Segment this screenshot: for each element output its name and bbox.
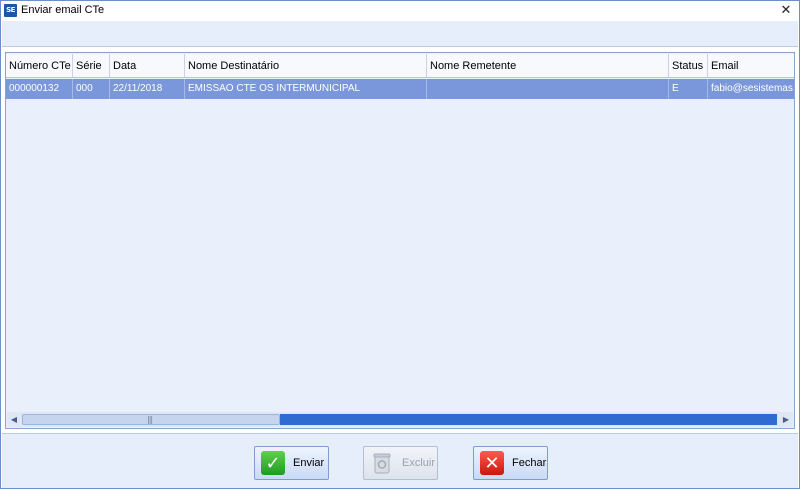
scroll-right-arrow-icon[interactable]: ▶ — [779, 412, 793, 427]
scrollbar-grip-icon: ||| — [147, 415, 153, 424]
enviar-button[interactable]: ✓ Enviar — [254, 446, 329, 480]
column-header-nome-destinatario[interactable]: Nome Destinatário — [185, 54, 427, 77]
column-header-email[interactable]: Email — [708, 54, 794, 77]
app-logo-icon: SE — [4, 4, 17, 17]
fechar-label: Fechar — [512, 457, 547, 469]
window-close-button[interactable]: ✕ — [777, 2, 795, 20]
title-bar: SE Enviar email CTe ✕ — [1, 1, 799, 21]
close-x-icon: ✕ — [480, 451, 504, 475]
footer-bar: ✓ Enviar Excluir ✕ Fechar — [2, 433, 798, 488]
column-header-serie[interactable]: Série — [73, 54, 110, 77]
grid-header: Número CTe Série Data Nome Destinatário … — [6, 54, 794, 78]
enviar-label: Enviar — [293, 457, 325, 469]
scrollbar-track[interactable] — [280, 414, 777, 425]
cte-grid: Número CTe Série Data Nome Destinatário … — [5, 52, 795, 429]
enviar-email-window: SE Enviar email CTe ✕ Número CTe Série D… — [0, 0, 800, 489]
cell-data[interactable]: 22/11/2018 — [110, 79, 185, 99]
check-icon: ✓ — [261, 451, 285, 475]
cell-nome-remetente[interactable] — [427, 79, 669, 99]
scrollbar-thumb[interactable]: ||| — [22, 414, 280, 425]
cell-nome-destinatario[interactable]: EMISSAO CTE OS INTERMUNICIPAL — [185, 79, 427, 99]
window-title: Enviar email CTe — [21, 4, 105, 16]
scroll-left-arrow-icon[interactable]: ◀ — [7, 412, 21, 427]
trash-icon — [370, 451, 394, 475]
cell-email[interactable]: fabio@sesistemas. — [708, 79, 794, 99]
column-header-numero-cte[interactable]: Número CTe — [6, 54, 73, 77]
column-header-status[interactable]: Status — [669, 54, 708, 77]
cell-numero-cte[interactable]: 000000132 — [6, 79, 73, 99]
excluir-button[interactable]: Excluir — [363, 446, 438, 480]
cell-serie[interactable]: 000 — [73, 79, 110, 99]
column-header-data[interactable]: Data — [110, 54, 185, 77]
cell-status[interactable]: E — [669, 79, 708, 99]
excluir-label: Excluir — [402, 457, 436, 469]
fechar-button[interactable]: ✕ Fechar — [473, 446, 548, 480]
horizontal-scrollbar[interactable]: ◀ ||| ▶ — [7, 412, 793, 427]
toolbar-strip — [2, 21, 798, 47]
table-row[interactable]: 000000132 000 22/11/2018 EMISSAO CTE OS … — [6, 79, 794, 99]
column-header-nome-remetente[interactable]: Nome Remetente — [427, 54, 669, 77]
